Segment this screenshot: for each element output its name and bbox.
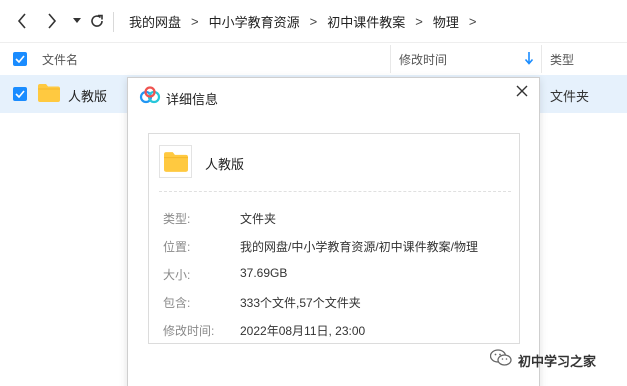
navigation-bar: 我的网盘 > 中小学教育资源 > 初中课件教案 > 物理 > (0, 0, 627, 42)
breadcrumb-item[interactable]: 物理 (433, 12, 459, 31)
breadcrumb-separator: > (191, 13, 199, 29)
breadcrumb-item[interactable]: 初中课件教案 (327, 12, 405, 31)
modified-label: 修改时间: (163, 324, 215, 338)
details-card: 人教版 类型: 文件夹 位置: 我的网盘/中小学教育资源/初中课件教案/物理 大… (148, 133, 520, 344)
location-value: 我的网盘/中小学教育资源/初中课件教案/物理 (240, 240, 479, 254)
breadcrumb-item[interactable]: 中小学教育资源 (209, 12, 300, 31)
size-value: 37.69GB (240, 266, 288, 280)
refresh-icon[interactable] (88, 11, 106, 31)
breadcrumb-item[interactable]: 我的网盘 (129, 12, 181, 31)
column-divider[interactable] (541, 45, 542, 73)
forward-arrow-icon[interactable] (43, 11, 61, 31)
file-type: 文件夹 (550, 89, 590, 104)
type-label: 类型: (163, 212, 191, 226)
folder-icon (38, 84, 60, 107)
folder-icon (159, 145, 192, 178)
file-name[interactable]: 人教版 (68, 86, 107, 105)
cloud-logo-icon (139, 86, 161, 109)
contains-value: 333个文件,57个文件夹 (240, 296, 361, 310)
column-header-name[interactable]: 文件名 (42, 51, 78, 68)
breadcrumb-separator: > (309, 13, 318, 29)
row-checkbox[interactable] (13, 87, 27, 101)
breadcrumb-separator: > (415, 13, 423, 29)
column-header-type[interactable]: 类型 (550, 51, 574, 68)
contains-label: 包含: (163, 296, 191, 310)
item-name: 人教版 (205, 157, 245, 172)
divider (159, 191, 511, 192)
file-list-header: 文件名 修改时间 类型 (0, 42, 627, 74)
back-arrow-icon[interactable] (13, 11, 31, 31)
history-dropdown-icon[interactable] (68, 11, 86, 31)
close-icon[interactable] (514, 83, 530, 99)
watermark-text: 初中学习之家 (518, 354, 597, 369)
select-all-checkbox[interactable] (13, 52, 27, 66)
watermark: 初中学习之家 (489, 349, 597, 372)
toolbar-divider (113, 12, 114, 32)
type-value: 文件夹 (240, 212, 277, 226)
sort-descending-icon[interactable] (524, 51, 534, 70)
modified-value: 2022年08月11日, 23:00 (240, 324, 366, 338)
column-header-modified[interactable]: 修改时间 (399, 51, 447, 68)
breadcrumb: 我的网盘 > 中小学教育资源 > 初中课件教案 > 物理 > (129, 0, 486, 42)
size-label: 大小: (163, 268, 191, 282)
location-label: 位置: (163, 240, 191, 254)
wechat-icon (489, 349, 512, 372)
dialog-title: 详细信息 (166, 92, 219, 107)
details-dialog: 详细信息 人教版 类型: 文件夹 位置: 我的网盘/中小学教育资源/初中课件教案… (127, 77, 540, 386)
column-divider[interactable] (390, 45, 391, 73)
breadcrumb-separator: > (468, 13, 477, 29)
